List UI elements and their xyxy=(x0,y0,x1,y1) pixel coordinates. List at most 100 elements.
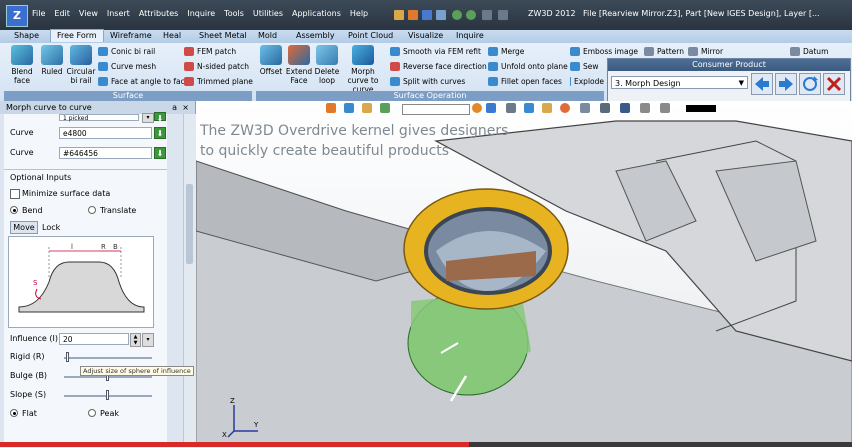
render-icon[interactable] xyxy=(486,103,496,113)
merge-button[interactable]: Merge xyxy=(488,47,524,56)
unfold-onto-plane-button[interactable]: Unfold onto plane xyxy=(488,62,568,71)
display-icon[interactable] xyxy=(506,103,516,113)
color-icon[interactable] xyxy=(560,103,570,113)
close-button[interactable] xyxy=(823,73,845,95)
snap-icon[interactable] xyxy=(380,103,390,113)
pick-curve2-button[interactable]: ⬇ xyxy=(154,147,166,159)
emboss-image-button[interactable]: Emboss image xyxy=(570,47,638,56)
tab-shape[interactable]: Shape xyxy=(14,31,39,40)
tab-point-cloud[interactable]: Point Cloud xyxy=(348,31,393,40)
save-icon[interactable] xyxy=(422,10,432,20)
measure-icon[interactable] xyxy=(640,103,650,113)
replay-button[interactable] xyxy=(799,73,821,95)
camera-icon[interactable] xyxy=(620,103,630,113)
tab-heal[interactable]: Heal xyxy=(163,31,181,40)
influence-spinner[interactable]: ▲ ▼ xyxy=(130,333,141,347)
open-file-icon[interactable] xyxy=(408,10,418,20)
pick-curve1-button[interactable]: ⬇ xyxy=(154,127,166,139)
circular-bi-rail-button[interactable]: Circular bi rail xyxy=(66,45,96,85)
datum-button[interactable]: Datum xyxy=(790,47,828,56)
filter-icon[interactable] xyxy=(326,103,336,113)
n-sided-patch-button[interactable]: N-sided patch xyxy=(184,62,249,71)
new-file-icon[interactable] xyxy=(394,10,404,20)
lock-tab[interactable]: Lock xyxy=(42,223,60,232)
sew-button[interactable]: Sew xyxy=(570,62,599,71)
menu-utilities[interactable]: Utilities xyxy=(253,9,283,18)
bend-radio[interactable] xyxy=(10,206,18,214)
picked-field[interactable]: 1 picked xyxy=(59,114,139,122)
rigid-slider[interactable] xyxy=(64,357,152,359)
menu-attributes[interactable]: Attributes xyxy=(139,9,179,18)
flat-radio[interactable] xyxy=(10,409,18,417)
explode-button[interactable]: Explode xyxy=(570,77,604,86)
menu-tools[interactable]: Tools xyxy=(224,9,244,18)
redo-icon[interactable] xyxy=(466,10,476,20)
pick-icon[interactable] xyxy=(344,103,354,113)
minimize-surface-checkbox[interactable] xyxy=(10,189,20,199)
curve-mesh-button[interactable]: Curve mesh xyxy=(98,62,156,71)
print-icon[interactable] xyxy=(436,10,446,20)
blend-face-button[interactable]: Blend face xyxy=(6,45,38,85)
chevron-down-icon[interactable]: ▾ xyxy=(142,113,154,123)
light-icon[interactable] xyxy=(542,103,552,113)
previous-button[interactable] xyxy=(751,73,773,95)
offset-button[interactable]: Offset xyxy=(258,45,284,76)
panel-scrollbar[interactable] xyxy=(183,114,196,443)
split-with-curves-button[interactable]: Split with curves xyxy=(390,77,465,86)
tab-sheet-metal[interactable]: Sheet Metal xyxy=(199,31,247,40)
mirror-button[interactable]: Mirror xyxy=(688,47,723,56)
menu-view[interactable]: View xyxy=(79,9,98,18)
section-icon[interactable] xyxy=(580,103,590,113)
menu-insert[interactable]: Insert xyxy=(107,9,130,18)
peak-radio[interactable] xyxy=(88,409,96,417)
move-tab[interactable]: Move xyxy=(10,221,38,234)
settings-icon[interactable] xyxy=(498,10,508,20)
selection-filter-field[interactable] xyxy=(402,104,470,115)
tab-mold[interactable]: Mold xyxy=(258,31,277,40)
curve2-field[interactable]: #646456 xyxy=(59,147,152,159)
scrollbar-thumb[interactable] xyxy=(186,184,193,264)
rigid-slider-thumb[interactable] xyxy=(66,352,69,362)
morph-curve-button[interactable]: Morph curve to curve xyxy=(341,45,385,94)
tools-icon[interactable] xyxy=(660,103,670,113)
chevron-down-icon[interactable]: ▾ xyxy=(142,333,154,347)
influence-field[interactable]: 20 xyxy=(59,333,129,345)
layer-icon[interactable] xyxy=(362,103,372,113)
pin-icon[interactable]: a xyxy=(172,101,177,114)
view-icon[interactable] xyxy=(472,103,482,113)
face-at-angle-button[interactable]: Face at angle to face xyxy=(98,77,189,86)
reverse-face-direction-button[interactable]: Reverse face direction xyxy=(390,62,487,71)
fem-patch-button[interactable]: FEM patch xyxy=(184,47,236,56)
menu-inquire[interactable]: Inquire xyxy=(187,9,215,18)
delete-loop-button[interactable]: Delete loop xyxy=(313,45,341,85)
refresh-icon[interactable] xyxy=(482,10,492,20)
undo-icon[interactable] xyxy=(452,10,462,20)
tab-assembly[interactable]: Assembly xyxy=(296,31,335,40)
slope-slider-thumb[interactable] xyxy=(106,390,109,400)
pattern-button[interactable]: Pattern xyxy=(644,47,684,56)
tab-inquire[interactable]: Inquire xyxy=(456,31,484,40)
extend-face-button[interactable]: Extend Face xyxy=(285,45,313,85)
menu-applications[interactable]: Applications xyxy=(292,9,341,18)
3d-viewport[interactable]: The ZW3D Overdrive kernel gives designer… xyxy=(196,101,852,443)
translate-radio[interactable] xyxy=(88,206,96,214)
line-style-swatch[interactable] xyxy=(686,105,716,112)
conic-bi-rail-button[interactable]: Conic bi rail xyxy=(98,47,155,56)
tab-free-form[interactable]: Free Form xyxy=(50,29,104,42)
smooth-fem-refit-button[interactable]: Smooth via FEM refit xyxy=(390,47,481,56)
fillet-open-faces-button[interactable]: Fillet open faces xyxy=(488,77,562,86)
close-icon[interactable]: × xyxy=(182,101,189,114)
menu-help[interactable]: Help xyxy=(350,9,368,18)
menu-file[interactable]: File xyxy=(32,9,45,18)
lesson-select[interactable]: 3. Morph Design ▼ xyxy=(611,76,748,89)
shade-icon[interactable] xyxy=(524,103,534,113)
grid-icon[interactable] xyxy=(600,103,610,113)
app-logo-icon[interactable]: Z xyxy=(6,5,28,27)
curve1-field[interactable]: e4800 xyxy=(59,127,152,139)
pick-button-1[interactable]: ⬇ xyxy=(154,112,166,123)
ruled-button[interactable]: Ruled xyxy=(38,45,66,76)
tab-visualize[interactable]: Visualize xyxy=(408,31,443,40)
trimmed-plane-button[interactable]: Trimmed plane xyxy=(184,77,253,86)
tab-wireframe[interactable]: Wireframe xyxy=(110,31,152,40)
next-button[interactable] xyxy=(775,73,797,95)
